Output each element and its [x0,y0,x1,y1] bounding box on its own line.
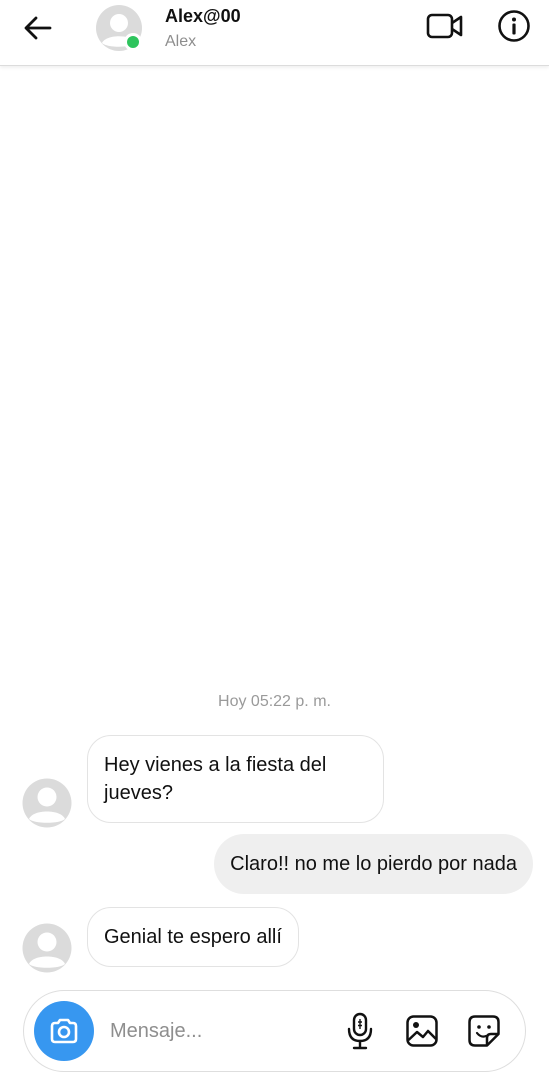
back-arrow-icon [24,16,52,40]
chat-header: Alex@00 Alex [0,0,549,66]
contact-display-name: Alex [165,33,197,50]
online-status-dot [124,33,142,51]
info-icon [498,10,530,42]
microphone-icon [347,1012,373,1050]
message-bubble-incoming[interactable]: Hey vienes a la fiesta del jueves? [87,735,384,823]
camera-icon [50,1018,78,1044]
message-composer [23,990,526,1072]
message-avatar[interactable] [22,778,72,828]
voice-message-button[interactable] [342,1011,378,1051]
avatar-icon [22,778,72,828]
message-input[interactable] [110,1013,310,1049]
sticker-icon [468,1015,500,1047]
avatar-icon [22,923,72,973]
message-bubble-incoming[interactable]: Genial te espero allí [87,907,299,967]
back-button[interactable] [18,11,58,45]
camera-button[interactable] [34,1001,94,1061]
video-call-icon [426,13,463,39]
gallery-icon [406,1015,438,1047]
info-button[interactable] [494,8,534,44]
conversation-timestamp: Hoy 05:22 p. m. [218,693,331,710]
video-call-button[interactable] [425,8,465,44]
message-avatar[interactable] [22,923,72,973]
gallery-button[interactable] [402,1011,442,1051]
contact-username[interactable]: Alex@00 [165,6,241,27]
sticker-button[interactable] [464,1011,504,1051]
message-bubble-outgoing[interactable]: Claro!! no me lo pierdo por nada [214,834,533,894]
